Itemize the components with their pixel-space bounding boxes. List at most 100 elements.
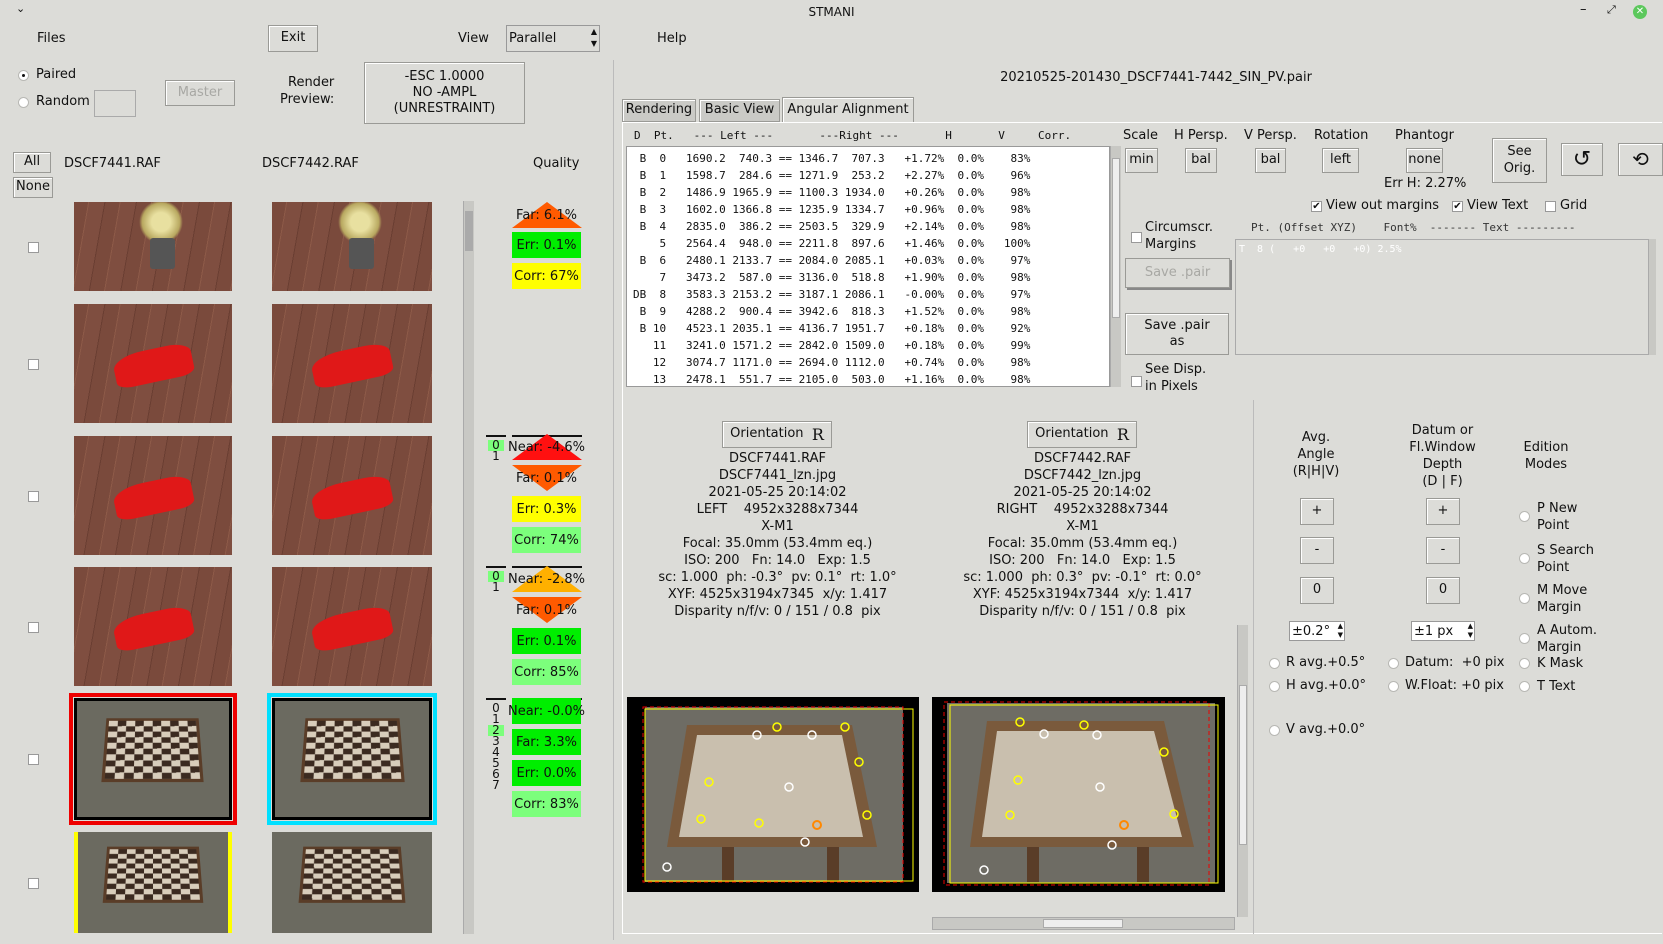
table-row[interactable]: 7 3473.2 587.0 == 3136.0 518.8 +1.90% 0.… xyxy=(633,269,1109,286)
preview-v-scrollbar[interactable] xyxy=(1237,625,1248,917)
table-row[interactable]: 5 2564.4 948.0 == 2211.8 897.6 +1.46% 0.… xyxy=(633,235,1109,252)
minimize-icon[interactable]: – xyxy=(1580,2,1587,17)
table-row[interactable]: 11 3241.0 1571.2 == 2842.0 1509.0 +0.18%… xyxy=(633,337,1109,354)
paired-radio[interactable] xyxy=(18,70,29,81)
right-orientation-button[interactable]: Orientation R xyxy=(1027,421,1137,448)
select-all-button[interactable]: All xyxy=(13,152,51,173)
edition-mode-radio[interactable] xyxy=(1519,593,1530,604)
table-row[interactable]: 13 2478.1 551.7 == 2105.0 503.0 +1.16% 0… xyxy=(633,371,1109,386)
v-avg-radio[interactable] xyxy=(1269,725,1280,736)
left-preview-image[interactable] xyxy=(627,697,919,892)
file-list-scrollbar[interactable] xyxy=(463,201,474,934)
left-orientation-button[interactable]: Orientation R xyxy=(722,421,832,448)
pane-splitter[interactable] xyxy=(613,60,616,940)
r-avg-radio[interactable] xyxy=(1269,658,1280,669)
text-list-item[interactable]: T 8 ( +0 +0 +0) 2.5% xyxy=(1239,244,1402,255)
phantogr-button[interactable]: none xyxy=(1406,148,1443,173)
angle-step-spinner[interactable]: ±0.2° ▲ ▼ xyxy=(1289,621,1345,641)
right-thumbnail-car[interactable] xyxy=(272,304,432,423)
text-list-scrollbar[interactable] xyxy=(1648,239,1656,355)
right-thumbnail-chess[interactable] xyxy=(267,693,437,825)
left-thumbnail-car[interactable] xyxy=(74,436,232,555)
table-row[interactable]: 12 3074.7 1171.0 == 2694.0 1112.0 +0.74%… xyxy=(633,354,1109,371)
view-select[interactable]: Parallel ▲ ▼ xyxy=(506,25,600,52)
file-pair-checkbox[interactable] xyxy=(28,877,39,889)
points-table[interactable]: B 0 1690.2 740.3 == 1346.7 707.3 +1.72% … xyxy=(626,146,1110,387)
file-pair-checkbox[interactable] xyxy=(28,358,39,370)
tab-angular-alignment[interactable]: Angular Alignment xyxy=(782,97,914,123)
left-thumbnail-chess[interactable] xyxy=(74,832,232,933)
circumscr-margins-checkbox[interactable] xyxy=(1131,232,1142,243)
spin-arrows-icon[interactable]: ▲ ▼ xyxy=(591,26,597,50)
px-step-spinner[interactable]: ±1 px ▲ ▼ xyxy=(1411,621,1475,641)
table-row[interactable]: B 10 4523.1 2035.1 == 4136.7 1951.7 +0.1… xyxy=(633,320,1109,337)
save-pair-as-button[interactable]: Save .pair as xyxy=(1125,313,1229,355)
help-menu[interactable]: Help xyxy=(657,31,687,46)
restore-icon[interactable]: ⤢ xyxy=(1607,3,1616,17)
table-row[interactable]: B 4 2835.0 386.2 == 2503.5 329.9 +2.14% … xyxy=(633,218,1109,235)
right-thumbnail-car[interactable] xyxy=(272,436,432,555)
match-index[interactable]: 1 xyxy=(488,581,504,593)
datum-minus-button[interactable]: - xyxy=(1426,537,1460,564)
angle-plus-button[interactable]: + xyxy=(1300,498,1334,525)
datum-plus-button[interactable]: + xyxy=(1426,498,1460,525)
text-list[interactable]: T 8 ( +0 +0 +0) 2.5% xyxy=(1235,239,1651,355)
datum-radio[interactable] xyxy=(1388,658,1399,669)
random-radio[interactable] xyxy=(18,97,29,108)
points-table-scrollbar[interactable] xyxy=(1110,146,1121,387)
grid-checkbox[interactable] xyxy=(1545,201,1556,212)
edition-mode-radio[interactable] xyxy=(1519,553,1530,564)
table-row[interactable]: DB 8 3583.3 2153.2 == 3187.1 2086.1 -0.0… xyxy=(633,286,1109,303)
select-none-button[interactable]: None xyxy=(13,177,53,198)
file-pair-checkbox[interactable] xyxy=(28,490,39,502)
rotation-button[interactable]: left xyxy=(1322,148,1359,173)
edition-mode-radio[interactable] xyxy=(1519,511,1530,522)
angle-minus-button[interactable]: - xyxy=(1300,537,1334,564)
tab-basic-view[interactable]: Basic View xyxy=(699,99,780,122)
rotate-reset-button[interactable]: ⟲ xyxy=(1618,143,1663,176)
preview-h-scrollbar[interactable] xyxy=(932,917,1235,930)
table-row[interactable]: B 9 4288.2 900.4 == 3942.6 818.3 +1.52% … xyxy=(633,303,1109,320)
see-disp-pixels-checkbox[interactable] xyxy=(1131,376,1142,387)
master-button[interactable]: Master xyxy=(165,80,235,106)
close-icon[interactable]: ✕ xyxy=(1633,5,1647,19)
view-out-margins-checkbox[interactable]: ✔ xyxy=(1311,201,1322,212)
rotate-button[interactable]: ↺ xyxy=(1561,143,1603,176)
right-thumbnail-flowers[interactable] xyxy=(272,202,432,291)
spin-arrows-icon[interactable]: ▲ ▼ xyxy=(1468,622,1473,640)
table-row[interactable]: B 0 1690.2 740.3 == 1346.7 707.3 +1.72% … xyxy=(633,150,1109,167)
files-label[interactable]: Files xyxy=(37,31,66,46)
left-thumbnail-car[interactable] xyxy=(74,567,232,686)
see-original-button[interactable]: See Orig. xyxy=(1492,138,1547,183)
wfloat-radio[interactable] xyxy=(1388,681,1399,692)
edition-mode-radio[interactable] xyxy=(1519,633,1530,644)
right-thumbnail-car[interactable] xyxy=(272,567,432,686)
right-preview-image[interactable] xyxy=(932,697,1225,892)
h-avg-radio[interactable] xyxy=(1269,681,1280,692)
file-pair-checkbox[interactable] xyxy=(28,241,39,253)
left-thumbnail-flowers[interactable] xyxy=(74,202,232,291)
match-index[interactable]: 1 xyxy=(488,450,504,462)
file-pair-checkbox[interactable] xyxy=(28,621,39,633)
spin-arrows-icon[interactable]: ▲ ▼ xyxy=(1338,622,1343,640)
table-row[interactable]: B 1 1598.7 284.6 == 1271.9 253.2 +2.27% … xyxy=(633,167,1109,184)
scale-button[interactable]: min xyxy=(1125,148,1158,173)
right-thumbnail-chess[interactable] xyxy=(272,832,432,933)
save-pair-button[interactable]: Save .pair xyxy=(1125,258,1230,288)
render-preview-button[interactable]: -ESC 1.0000 NO -AMPL (UNRESTRAINT) xyxy=(364,62,525,124)
v-persp-button[interactable]: bal xyxy=(1255,148,1286,173)
exit-button[interactable]: Exit xyxy=(268,25,318,52)
left-thumbnail-car[interactable] xyxy=(74,304,232,423)
random-count-field[interactable] xyxy=(94,90,136,117)
match-index[interactable]: 7 xyxy=(488,779,504,791)
controls-divider[interactable] xyxy=(1253,400,1254,934)
edition-mode-radio[interactable] xyxy=(1519,658,1530,669)
edition-mode-radio[interactable] xyxy=(1519,681,1530,692)
h-persp-button[interactable]: bal xyxy=(1185,148,1217,173)
table-row[interactable]: B 3 1602.0 1366.8 == 1235.9 1334.7 +0.96… xyxy=(633,201,1109,218)
file-pair-checkbox[interactable] xyxy=(28,754,39,765)
datum-zero-button[interactable]: 0 xyxy=(1426,577,1460,604)
tab-rendering[interactable]: Rendering xyxy=(622,99,696,122)
table-row[interactable]: B 2 1486.9 1965.9 == 1100.3 1934.0 +0.26… xyxy=(633,184,1109,201)
view-text-checkbox[interactable]: ✔ xyxy=(1452,201,1463,212)
